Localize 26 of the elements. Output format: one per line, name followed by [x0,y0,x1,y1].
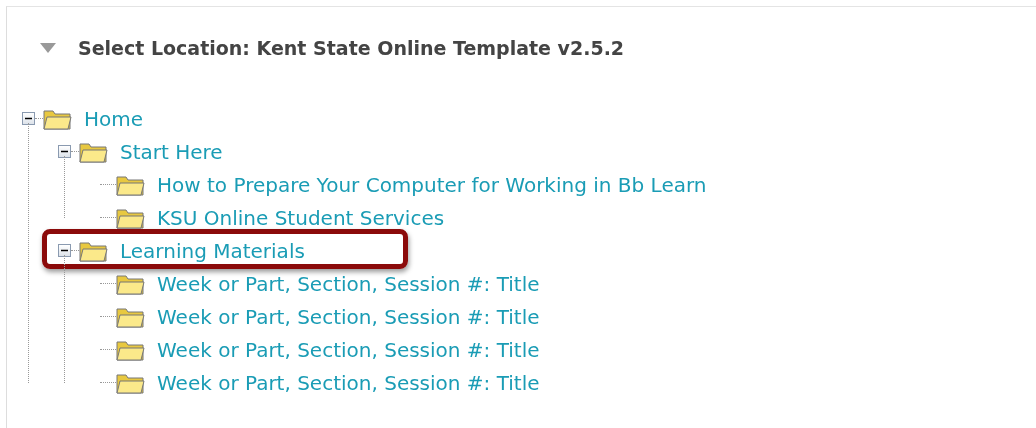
panel-title: Select Location: Kent State Online Template v2.5.2 [78,37,625,59]
tree-item-link[interactable]: KSU Online Student Services [157,205,445,230]
tree-item-link[interactable]: Week or Part, Section, Session #: Title [157,337,540,362]
minus-icon [61,148,68,155]
folder-icon [116,305,145,328]
folder-icon [116,206,145,229]
folder-icon [116,338,145,361]
collapse-toggle[interactable] [22,112,35,125]
folder-icon [116,173,145,196]
folder-icon [116,371,145,394]
folder-icon [43,107,72,130]
tree-item-link[interactable]: How to Prepare Your Computer for Working in Bb Learn [157,172,707,197]
tree-item-link[interactable]: Home [84,106,144,131]
collapse-toggle[interactable] [58,244,71,257]
tree-item-link[interactable]: Week or Part, Section, Session #: Title [157,304,540,329]
folder-icon [79,140,108,163]
minus-icon [25,115,32,122]
tree-item-link[interactable]: Learning Materials [120,238,305,263]
tree-item-link[interactable]: Start Here [120,139,223,164]
tree-item-link[interactable]: Week or Part, Section, Session #: Title [157,370,540,395]
minus-icon [61,247,68,254]
tree-item-link[interactable]: Week or Part, Section, Session #: Title [157,271,540,296]
folder-icon [116,272,145,295]
collapse-triangle-icon[interactable] [40,43,56,53]
collapse-toggle[interactable] [58,145,71,158]
folder-icon [79,239,108,262]
